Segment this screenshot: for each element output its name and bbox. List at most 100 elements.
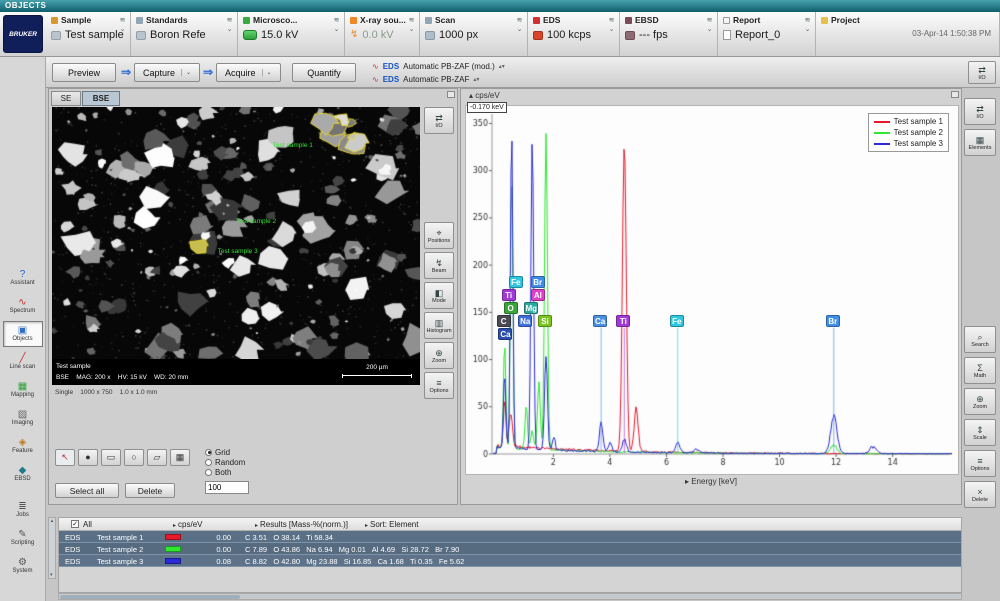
options-button[interactable]: ≡Options xyxy=(424,372,454,399)
element-marker-c[interactable]: C xyxy=(497,315,511,327)
sidebar-item-jobs[interactable]: ≣Jobs xyxy=(3,497,43,523)
elements-button[interactable]: ▦Elements xyxy=(964,129,996,156)
tab-se[interactable]: SE xyxy=(51,91,81,106)
element-marker-ca[interactable]: Ca xyxy=(498,328,512,340)
cursor-tool-button[interactable]: ↖ xyxy=(55,449,75,466)
sort-header[interactable]: ▸Sort: Element xyxy=(365,520,418,529)
result-row[interactable]: EDS Test sample 2 0.00 C 7.89 O 43.86 Na… xyxy=(59,543,961,555)
panel-controls[interactable]: ≋⌄ xyxy=(514,17,525,33)
result-row[interactable]: EDS Test sample 3 0.08 C 8.82 O 42.80 Mg… xyxy=(59,555,961,567)
tab-bse[interactable]: BSE xyxy=(82,91,120,106)
panel-controls[interactable]: ≋⌄ xyxy=(224,17,235,33)
toolbar-panel-eds[interactable]: EDS 100 kcps ≋⌄ xyxy=(528,12,620,56)
quantify-button[interactable]: Quantify xyxy=(292,63,356,82)
io-button[interactable]: ⇄ I/O xyxy=(968,61,996,84)
chevron-down-icon[interactable]: ⌄ xyxy=(262,69,272,76)
spectrum-io-button[interactable]: ⇄I/O xyxy=(964,98,996,125)
search-button[interactable]: ⌕Search xyxy=(964,326,996,353)
sem-image-area[interactable]: Test sample 1Test sample 2Test sample 3 … xyxy=(52,107,420,385)
toolbar-panel-standards[interactable]: Standards Boron Refe ≋⌄ xyxy=(131,12,238,56)
spectrum-options-button[interactable]: ≡Options xyxy=(964,450,996,477)
panel-controls[interactable]: ≋⌄ xyxy=(406,17,417,33)
panel-controls[interactable]: ≋⌄ xyxy=(331,17,342,33)
sidebar-item-system[interactable]: ⚙System xyxy=(3,553,43,579)
element-marker-ti[interactable]: Ti xyxy=(616,315,630,327)
results-vertical-scrollbar[interactable]: ▴▾ xyxy=(48,517,56,579)
restore-icon[interactable] xyxy=(447,91,455,98)
capture-button[interactable]: Capture⌄ xyxy=(134,63,200,82)
toolbar-panel-ebsd[interactable]: EBSD --- fps ≋⌄ xyxy=(620,12,718,56)
element-marker-mg[interactable]: Mg xyxy=(524,302,538,314)
polygon-tool-button[interactable]: ▱ xyxy=(147,449,167,466)
hv-on-icon xyxy=(243,30,257,40)
element-marker-ti[interactable]: Ti xyxy=(502,289,516,301)
toolbar-panel-microscope[interactable]: Microsco... 15.0 kV ≋⌄ xyxy=(238,12,345,56)
all-checkbox[interactable]: ✓ xyxy=(71,520,79,528)
toolbar-panel-report[interactable]: Report Report_0 ≋⌄ xyxy=(718,12,816,56)
sidebar-item-objects[interactable]: ▣Objects xyxy=(3,321,43,347)
element-marker-na[interactable]: Na xyxy=(518,315,532,327)
element-marker-fe[interactable]: Fe xyxy=(670,315,684,327)
sidebar-item-feature[interactable]: ◈Feature xyxy=(3,433,43,459)
spectrum-delete-button[interactable]: ×Delete xyxy=(964,481,996,508)
delete-objects-button[interactable]: Delete xyxy=(125,483,175,498)
toolbar-panel-scan[interactable]: Scan 1000 px ≋⌄ xyxy=(420,12,528,56)
sem-image[interactable] xyxy=(52,107,420,359)
spectrum-zoom-button[interactable]: ⊕Zoom xyxy=(964,388,996,415)
sidebar-item-scripting[interactable]: ✎Scripting xyxy=(3,525,43,551)
radio-grid[interactable]: Grid xyxy=(205,447,245,457)
cps-header[interactable]: ▸cps/eV xyxy=(173,520,202,529)
zoom-button[interactable]: ⊕Zoom xyxy=(424,342,454,369)
panel-controls[interactable]: ≋⌄ xyxy=(117,17,128,33)
element-marker-br[interactable]: Br xyxy=(826,315,840,327)
spinner-icon[interactable]: ▴▾ xyxy=(499,63,505,70)
results-header-label[interactable]: ▸Results [Mass-%(norm.)] xyxy=(255,520,348,529)
panel-controls[interactable]: ≋⌄ xyxy=(606,17,617,33)
sidebar-item-imaging[interactable]: ▨Imaging xyxy=(3,405,43,431)
image-io-button[interactable]: ⇄I/O xyxy=(424,107,454,134)
mode-button[interactable]: ◧Mode xyxy=(424,282,454,309)
sidebar-item-ebsd[interactable]: ◆EBSD xyxy=(3,461,43,487)
method-row[interactable]: ∿ EDS Automatic PB-ZAF (mod.) ▴▾ xyxy=(372,60,505,73)
toolbar-panel-xray[interactable]: X-ray sou... ↯0.0 kV ≋⌄ xyxy=(345,12,420,56)
positions-button[interactable]: ⌖Positions xyxy=(424,222,454,249)
row-name: Test sample 2 xyxy=(97,545,143,554)
math-button[interactable]: ΣMath xyxy=(964,357,996,384)
rectangle-tool-button[interactable]: ▭ xyxy=(101,449,121,466)
element-marker-br[interactable]: Br xyxy=(531,276,545,288)
select-all-button[interactable]: Select all xyxy=(55,483,119,498)
radio-random[interactable]: Random xyxy=(205,457,245,467)
method-row[interactable]: ∿ EDS Automatic PB-ZAF ▴▾ xyxy=(372,73,505,86)
element-marker-fe[interactable]: Fe xyxy=(509,276,523,288)
row-cps: 0.00 xyxy=(191,533,231,542)
acquire-button[interactable]: Acquire⌄ xyxy=(216,63,281,82)
chevron-down-icon[interactable]: ⌄ xyxy=(181,69,191,76)
scale-button[interactable]: ⇕Scale xyxy=(964,419,996,446)
scrollbar-thumb[interactable] xyxy=(60,595,240,599)
grid-tool-button[interactable]: ▦ xyxy=(170,449,190,466)
panel-controls[interactable]: ≋⌄ xyxy=(802,17,813,33)
element-marker-ca[interactable]: Ca xyxy=(593,315,607,327)
results-horizontal-scrollbar[interactable] xyxy=(58,593,962,600)
radio-both[interactable]: Both xyxy=(205,467,245,477)
toolbar-panel-project[interactable]: Project 03-Apr-14 1:50:38 PM xyxy=(816,12,1000,56)
ellipse-tool-button[interactable]: ○ xyxy=(124,449,144,466)
element-marker-si[interactable]: Si xyxy=(538,315,552,327)
beam-button[interactable]: ↯Beam xyxy=(424,252,454,279)
histogram-button[interactable]: ▥Histogram xyxy=(424,312,454,339)
spinner-icon[interactable]: ▴▾ xyxy=(473,76,479,83)
sidebar-item-line-scan[interactable]: ╱Line scan xyxy=(3,349,43,375)
restore-icon[interactable] xyxy=(951,91,959,98)
element-marker-al[interactable]: Al xyxy=(531,289,545,301)
preview-button[interactable]: Preview xyxy=(52,63,116,82)
panel-controls[interactable]: ≋⌄ xyxy=(704,17,715,33)
element-marker-o[interactable]: O xyxy=(504,302,518,314)
sidebar-item-mapping[interactable]: ▦Mapping xyxy=(3,377,43,403)
search-icon: ⌕ xyxy=(977,332,982,342)
sidebar-item-assistant[interactable]: ?Assistant xyxy=(3,265,43,291)
sidebar-item-spectrum[interactable]: ∿Spectrum xyxy=(3,293,43,319)
toolbar-panel-sample[interactable]: Sample Test sample ≋⌄ xyxy=(46,12,131,56)
result-row[interactable]: EDS Test sample 1 0.00 C 3.51 O 38.14 Ti… xyxy=(59,531,961,543)
count-input[interactable] xyxy=(205,481,249,494)
point-tool-button[interactable]: ● xyxy=(78,449,98,466)
